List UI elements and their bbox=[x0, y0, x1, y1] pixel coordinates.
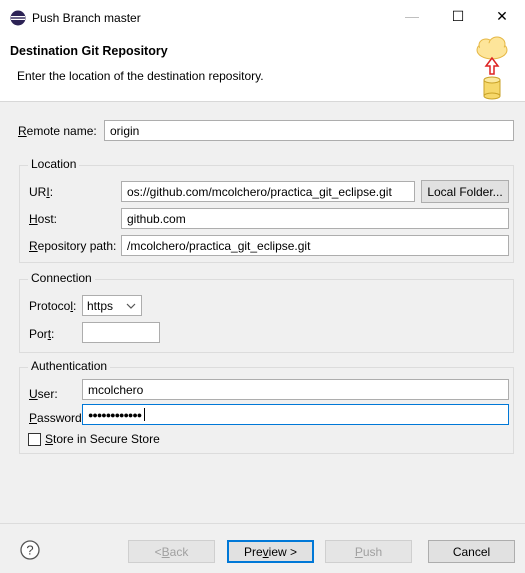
minimize-icon[interactable]: — bbox=[389, 0, 435, 32]
title-bar: Push Branch master — ☐ ✕ bbox=[0, 0, 525, 36]
protocol-label: Protoco l: bbox=[29, 299, 77, 313]
window-title: Push Branch master bbox=[32, 11, 141, 25]
text-cursor bbox=[144, 408, 146, 421]
authentication-group-title: Authentication bbox=[28, 359, 111, 373]
svg-text:?: ? bbox=[26, 543, 33, 558]
connection-group-title: Connection bbox=[28, 271, 95, 285]
eclipse-icon bbox=[10, 10, 26, 26]
repository-path-label: Repository path: bbox=[29, 239, 117, 253]
remote-name-input[interactable]: origin bbox=[104, 120, 514, 141]
close-icon[interactable]: ✕ bbox=[479, 0, 525, 32]
store-secure-checkbox[interactable] bbox=[28, 433, 41, 446]
push-button[interactable]: Push bbox=[325, 540, 412, 563]
store-secure-label: Store in Secure Store bbox=[45, 432, 160, 446]
uri-input[interactable]: os://github.com/mcolchero/practica_git_e… bbox=[121, 181, 415, 202]
port-input[interactable] bbox=[82, 322, 160, 343]
repository-path-input[interactable]: /mcolchero/practica_git_eclipse.git bbox=[121, 235, 509, 256]
uri-label: UR I: bbox=[29, 185, 54, 199]
back-button[interactable]: < Back bbox=[128, 540, 215, 563]
password-input[interactable]: ●●●●●●●●●●●● bbox=[82, 404, 509, 425]
page-description: Enter the location of the destination re… bbox=[17, 69, 264, 83]
protocol-select[interactable]: https bbox=[82, 295, 142, 316]
user-input[interactable]: mcolchero bbox=[82, 379, 509, 400]
host-label: Host: bbox=[29, 212, 58, 226]
footer-divider bbox=[0, 523, 525, 524]
maximize-icon[interactable]: ☐ bbox=[435, 0, 481, 32]
user-label: User: bbox=[29, 387, 58, 401]
cancel-button[interactable]: Cancel bbox=[428, 540, 515, 563]
remote-name-label: Remote name: bbox=[18, 124, 97, 138]
chevron-down-icon bbox=[126, 303, 136, 309]
help-icon[interactable]: ? bbox=[20, 540, 40, 560]
page-title: Destination Git Repository bbox=[10, 44, 168, 58]
wizard-header: Destination Git Repository Enter the loc… bbox=[0, 36, 525, 102]
host-input[interactable]: github.com bbox=[121, 208, 509, 229]
local-folder-button[interactable]: Local Folder... bbox=[421, 180, 509, 203]
push-to-cloud-icon bbox=[476, 36, 508, 100]
location-group-title: Location bbox=[28, 157, 80, 171]
preview-button[interactable]: Pre v iew > bbox=[227, 540, 314, 563]
password-label: Password: bbox=[29, 411, 86, 425]
port-label: Por t: bbox=[29, 327, 55, 341]
